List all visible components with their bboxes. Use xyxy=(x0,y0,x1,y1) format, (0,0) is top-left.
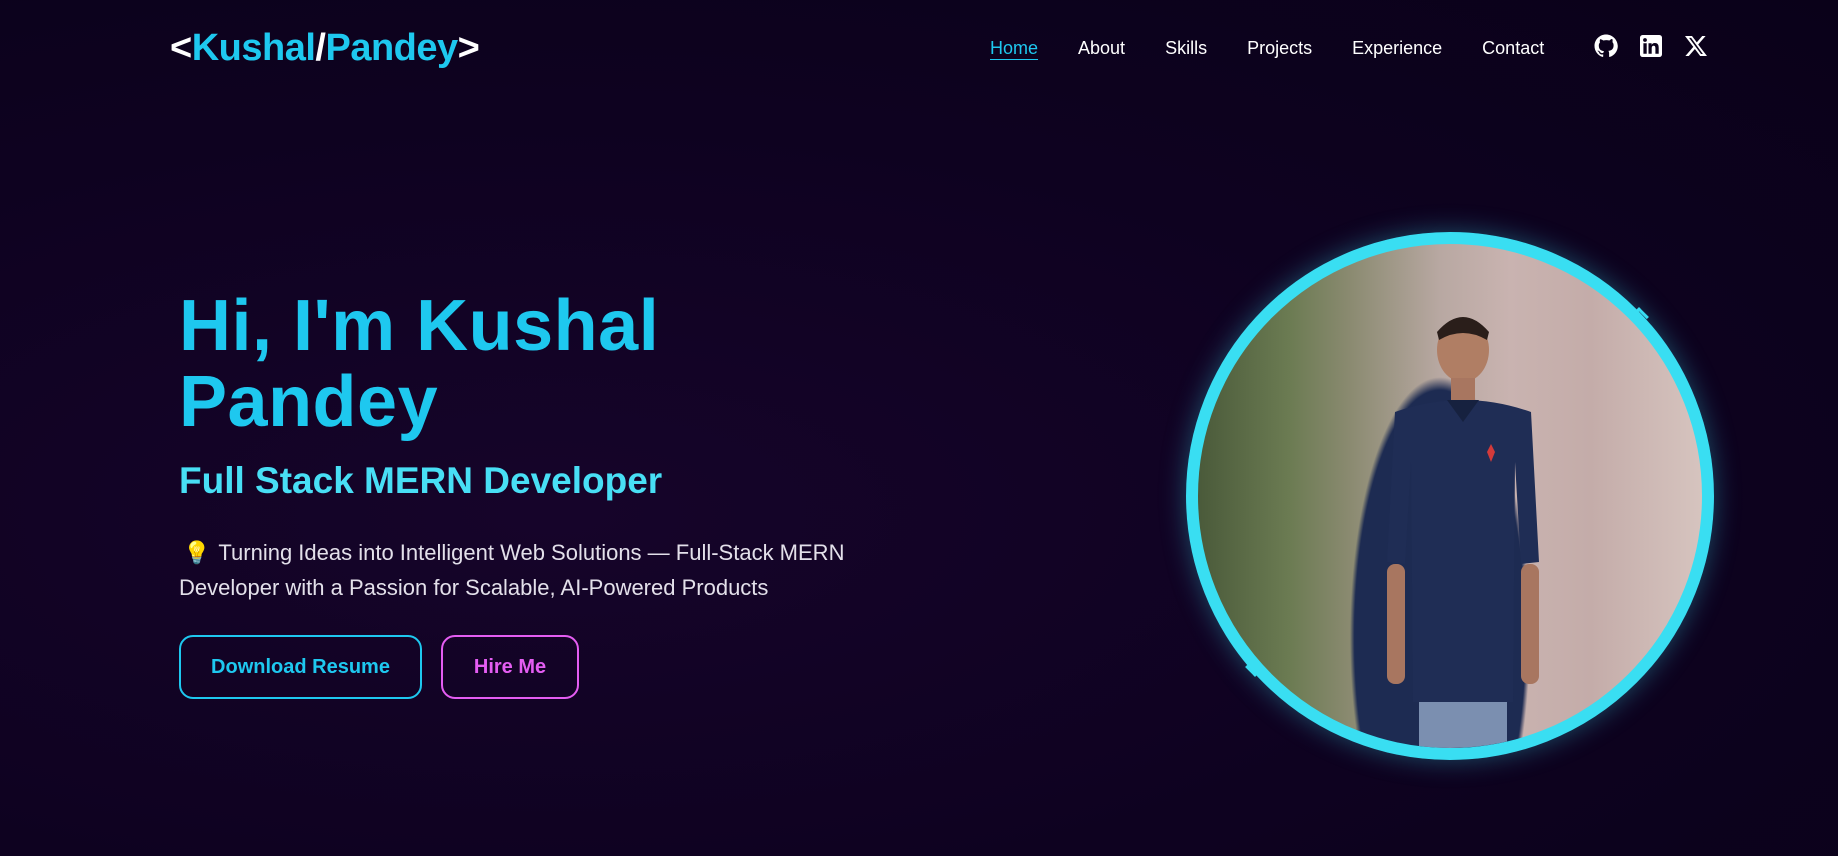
x-icon[interactable] xyxy=(1684,34,1708,58)
hire-me-button[interactable]: Hire Me xyxy=(441,635,579,699)
hero-title: Hi, I'm Kushal Pandey xyxy=(179,286,660,442)
profile-photo-frame xyxy=(1186,232,1714,760)
person-silhouette xyxy=(1387,317,1539,748)
nav-home[interactable]: Home xyxy=(990,38,1038,58)
main-nav: Home About Skills Projects Experience Co… xyxy=(990,38,1584,58)
nav-contact[interactable]: Contact xyxy=(1482,38,1544,58)
profile-photo xyxy=(1186,232,1714,760)
logo-slash: / xyxy=(315,27,326,69)
nav-projects[interactable]: Projects xyxy=(1247,38,1312,58)
logo-open-bracket: < xyxy=(170,27,192,69)
github-icon[interactable] xyxy=(1594,34,1618,58)
logo-last-name: Pandey xyxy=(325,27,458,69)
lightbulb-icon: 💡 xyxy=(183,540,211,565)
hero-description-text: Turning Ideas into Intelligent Web Solut… xyxy=(179,540,845,600)
hero-subtitle: Full Stack MERN Developer xyxy=(179,460,663,501)
nav-experience[interactable]: Experience xyxy=(1352,38,1442,58)
nav-skills[interactable]: Skills xyxy=(1165,38,1207,58)
linkedin-icon[interactable] xyxy=(1639,34,1663,58)
nav-about[interactable]: About xyxy=(1078,38,1125,58)
download-resume-button[interactable]: Download Resume xyxy=(179,635,422,699)
site-logo[interactable]: <Kushal/Pandey> xyxy=(170,26,480,70)
logo-first-name: Kushal xyxy=(191,27,316,69)
social-links xyxy=(1594,34,1708,58)
logo-close-bracket: > xyxy=(457,27,480,69)
hero-description: 💡 Turning Ideas into Intelligent Web Solu… xyxy=(179,535,899,605)
site-header: <Kushal/Pandey> Home About Skills Projec… xyxy=(0,0,1838,96)
